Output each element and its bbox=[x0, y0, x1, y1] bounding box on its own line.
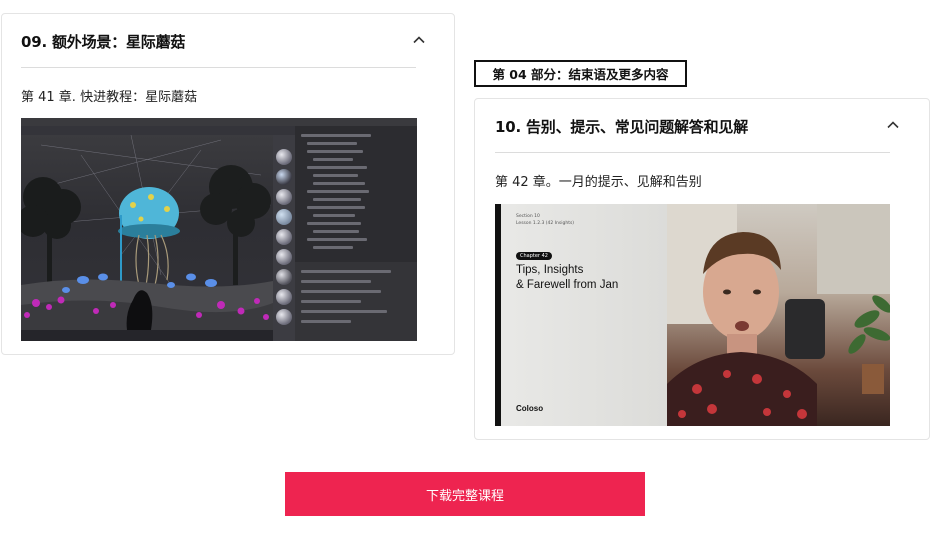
heading-line: & Farewell from Jan bbox=[516, 279, 619, 291]
card-header[interactable]: 10. 告别、提示、常见问题解答和见解 bbox=[475, 99, 929, 153]
material-swatch[interactable] bbox=[276, 209, 292, 225]
tree-row[interactable] bbox=[307, 150, 363, 153]
tree-row[interactable] bbox=[307, 142, 357, 145]
viewport bbox=[21, 134, 273, 330]
tree-row[interactable] bbox=[307, 166, 367, 169]
divider bbox=[495, 152, 890, 153]
prop-row[interactable] bbox=[301, 270, 391, 273]
material-swatch[interactable] bbox=[276, 289, 292, 305]
attributes-panel bbox=[295, 262, 417, 341]
section-label: 第 04 部分：结束语及更多内容 bbox=[474, 60, 687, 87]
prop-row[interactable] bbox=[301, 280, 371, 283]
material-swatch[interactable] bbox=[276, 229, 292, 245]
tree-row[interactable] bbox=[301, 134, 371, 137]
timeline-bar[interactable] bbox=[21, 330, 273, 341]
mushroom-scene-illustration bbox=[21, 134, 273, 330]
app-menubar bbox=[21, 118, 417, 126]
title-panel bbox=[495, 204, 667, 426]
object-manager bbox=[295, 126, 417, 262]
material-swatch[interactable] bbox=[276, 269, 292, 285]
divider bbox=[21, 67, 416, 68]
material-swatch[interactable] bbox=[276, 169, 292, 185]
material-swatch[interactable] bbox=[276, 149, 292, 165]
chapter-card-09: 09. 额外场景：星际蘑菇 第 41 章. 快进教程：星际蘑菇 bbox=[1, 13, 455, 355]
lesson-small-text: Lesson 1.2.3 (42 Insights) bbox=[516, 221, 575, 226]
material-swatches bbox=[273, 135, 295, 341]
tree-row[interactable] bbox=[313, 198, 361, 201]
tree-row[interactable] bbox=[313, 174, 358, 177]
prop-row[interactable] bbox=[301, 320, 351, 323]
tree-row[interactable] bbox=[313, 158, 353, 161]
section-small-text: Section 10 bbox=[516, 214, 540, 219]
thumbnail-heading: Tips, Insights & Farewell from Jan bbox=[516, 263, 618, 293]
heading-line: Tips, Insights bbox=[516, 264, 584, 276]
tree-row[interactable] bbox=[313, 182, 365, 185]
chapter-thumbnail-video[interactable]: Section 10 Lesson 1.2.3 (42 Insights) Ch… bbox=[495, 204, 890, 426]
prop-row[interactable] bbox=[301, 290, 381, 293]
tree-row[interactable] bbox=[307, 222, 361, 225]
chapter-title: 第 41 章. 快进教程：星际蘑菇 bbox=[21, 90, 198, 105]
tree-row[interactable] bbox=[313, 246, 353, 249]
tree-row[interactable] bbox=[313, 214, 355, 217]
card-title: 09. 额外场景：星际蘑菇 bbox=[21, 32, 186, 51]
tree-row[interactable] bbox=[313, 230, 359, 233]
download-full-course-button[interactable]: 下载完整课程 bbox=[285, 472, 645, 516]
chevron-up-icon[interactable] bbox=[886, 118, 900, 132]
prop-row[interactable] bbox=[301, 310, 387, 313]
card-title: 10. 告别、提示、常见问题解答和见解 bbox=[495, 117, 748, 136]
chapter-thumbnail-3d-scene[interactable] bbox=[21, 118, 417, 341]
card-header[interactable]: 09. 额外场景：星际蘑菇 bbox=[2, 14, 454, 68]
material-swatch[interactable] bbox=[276, 249, 292, 265]
panel-edge bbox=[495, 204, 501, 426]
tree-row[interactable] bbox=[307, 238, 367, 241]
material-swatch[interactable] bbox=[276, 189, 292, 205]
instructor-photo bbox=[667, 204, 890, 426]
tree-row[interactable] bbox=[307, 190, 369, 193]
chapter-chip: Chapter 42 bbox=[516, 252, 552, 260]
chapter-title: 第 42 章。一月的提示、见解和告别 bbox=[495, 175, 702, 190]
brand-logo-text: Coloso bbox=[516, 404, 544, 413]
chapter-card-10: 10. 告别、提示、常见问题解答和见解 第 42 章。一月的提示、见解和告别 S… bbox=[474, 98, 930, 440]
chevron-up-icon[interactable] bbox=[412, 33, 426, 47]
tree-row[interactable] bbox=[307, 206, 365, 209]
prop-row[interactable] bbox=[301, 300, 361, 303]
instructor-illustration bbox=[667, 204, 890, 426]
material-swatch[interactable] bbox=[276, 309, 292, 325]
